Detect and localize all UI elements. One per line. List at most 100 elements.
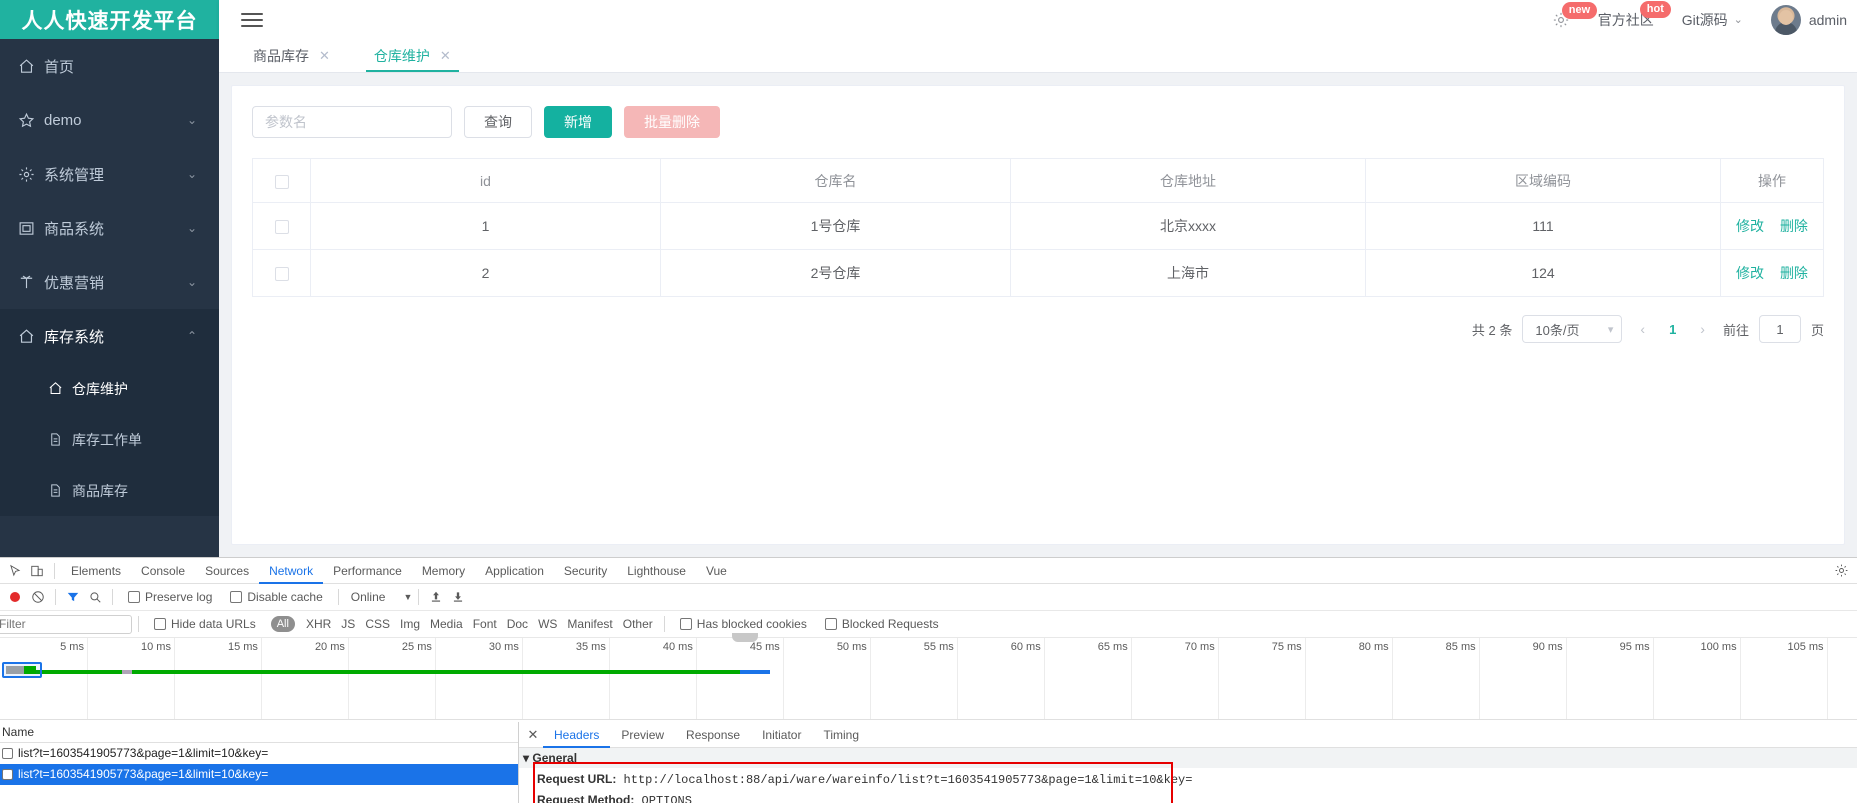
close-icon[interactable]: ✕ xyxy=(319,48,330,64)
filter-type-manifest[interactable]: Manifest xyxy=(562,617,617,631)
sidebar-subitem-warehouse[interactable]: 仓库维护 xyxy=(0,363,219,414)
disable-cache-checkbox[interactable]: Disable cache xyxy=(230,590,323,604)
devtools-tab-network[interactable]: Network xyxy=(259,558,323,584)
network-overview-timeline[interactable]: 5 ms 10 ms 15 ms 20 ms 25 ms 30 ms 35 ms 40 ms 4… xyxy=(0,633,1857,720)
sidebar-item-goods[interactable]: 商品系统 ⌄ xyxy=(0,201,219,255)
settings-entry[interactable]: new xyxy=(1552,1,1598,29)
timeline-tick: 75 ms xyxy=(1272,638,1306,719)
sidebar-item-system[interactable]: 系统管理 ⌄ xyxy=(0,147,219,201)
next-page-button[interactable]: › xyxy=(1692,321,1713,337)
import-har-icon[interactable] xyxy=(425,586,447,608)
jump-page-input[interactable] xyxy=(1758,315,1801,343)
devtools-tab-memory[interactable]: Memory xyxy=(412,558,475,584)
devtools-tab-lighthouse[interactable]: Lighthouse xyxy=(617,558,696,584)
blocked-requests-checkbox[interactable]: Blocked Requests xyxy=(824,617,939,631)
filter-type-doc[interactable]: Doc xyxy=(502,617,533,631)
devtools-tab-sources[interactable]: Sources xyxy=(195,558,259,584)
sidebar-item-promotion[interactable]: 优惠营销 ⌄ xyxy=(0,255,219,309)
device-toolbar-icon[interactable] xyxy=(26,560,48,582)
list-item[interactable]: list?t=1603541905773&page=1&limit=10&key… xyxy=(0,764,518,785)
sidebar-subitem-stock[interactable]: 商品库存 xyxy=(0,465,219,516)
filter-type-xhr[interactable]: XHR xyxy=(301,617,336,631)
has-blocked-cookies-checkbox[interactable]: Has blocked cookies xyxy=(679,617,807,631)
row-checkbox[interactable] xyxy=(274,220,289,235)
sidebar-subitem-workorder[interactable]: 库存工作单 xyxy=(0,414,219,465)
timeline-tick-label: 80 ms xyxy=(1358,641,1389,653)
row-select-cell xyxy=(252,202,311,250)
menu-icon[interactable] xyxy=(241,9,263,31)
divider xyxy=(55,589,56,605)
edit-link[interactable]: 修改 xyxy=(1736,218,1764,234)
devtools-tab-security[interactable]: Security xyxy=(554,558,617,584)
detail-tab-response[interactable]: Response xyxy=(675,722,751,748)
throttling-select[interactable]: Online ▼ xyxy=(351,590,413,604)
column-header-areacode: 区域编码 xyxy=(1365,158,1721,203)
sidebar-item-home[interactable]: 首页 xyxy=(0,39,219,93)
page-number-1[interactable]: 1 xyxy=(1663,322,1682,337)
select-all-checkbox[interactable] xyxy=(274,174,289,189)
devtools-tab-console[interactable]: Console xyxy=(131,558,195,584)
chevron-down-icon: ⌄ xyxy=(186,221,197,235)
filter-type-css[interactable]: CSS xyxy=(360,617,395,631)
clear-icon[interactable] xyxy=(27,586,49,608)
filter-type-other[interactable]: Other xyxy=(618,617,658,631)
batch-delete-button[interactable]: 批量删除 xyxy=(624,106,720,138)
overview-resize-handle[interactable] xyxy=(732,633,758,642)
filter-type-font[interactable]: Font xyxy=(468,617,502,631)
delete-link[interactable]: 删除 xyxy=(1780,265,1808,281)
gear-icon[interactable] xyxy=(1834,563,1849,578)
waterfall-bar-receive xyxy=(740,670,770,674)
detail-tab-timing[interactable]: Timing xyxy=(812,722,870,748)
filter-input[interactable] xyxy=(0,614,132,634)
general-section-header[interactable]: ▾ General xyxy=(519,748,1857,768)
devtools-tab-elements[interactable]: Elements xyxy=(61,558,131,584)
row-checkbox[interactable] xyxy=(274,267,289,282)
chevron-down-icon: ⌄ xyxy=(186,167,197,181)
avatar[interactable] xyxy=(1770,4,1801,35)
filter-type-img[interactable]: Img xyxy=(395,617,425,631)
sidebar-submenu-inventory: 仓库维护 库存工作单 商品库存 xyxy=(0,363,219,516)
inspect-element-icon[interactable] xyxy=(4,560,26,582)
add-button[interactable]: 新增 xyxy=(544,106,612,138)
sidebar-item-demo[interactable]: demo ⌄ xyxy=(0,93,219,147)
edit-link[interactable]: 修改 xyxy=(1736,265,1764,281)
devtools-tab-performance[interactable]: Performance xyxy=(323,558,412,584)
table-row[interactable]: 2 2号仓库 上海市 124 修改 删除 xyxy=(252,249,1824,297)
filter-type-all[interactable]: All xyxy=(270,616,295,632)
filter-type-media[interactable]: Media xyxy=(425,617,468,631)
list-item[interactable]: list?t=1603541905773&page=1&limit=10&key… xyxy=(0,743,518,764)
tab-goods-stock[interactable]: 商品库存 ✕ xyxy=(231,39,352,72)
table-row[interactable]: 1 1号仓库 北京xxxx 111 修改 删除 xyxy=(252,202,1824,250)
prev-page-button[interactable]: ‹ xyxy=(1632,321,1653,337)
git-source-dropdown[interactable]: Git源码 ⌄ xyxy=(1682,10,1743,30)
filter-type-js[interactable]: JS xyxy=(336,617,360,631)
query-button[interactable]: 查询 xyxy=(464,106,532,138)
filter-type-ws[interactable]: WS xyxy=(533,617,562,631)
sidebar-item-inventory[interactable]: 库存系统 ⌃ xyxy=(0,309,219,363)
devtools-tab-application[interactable]: Application xyxy=(475,558,554,584)
status-badge: new xyxy=(1561,1,1598,19)
blocked-requests-label: Blocked Requests xyxy=(841,617,939,631)
tab-warehouse-maintenance[interactable]: 仓库维护 ✕ xyxy=(352,39,473,72)
timeline-ticks: 5 ms 10 ms 15 ms 20 ms 25 ms 30 ms 35 ms 40 ms 4… xyxy=(0,638,1857,719)
search-icon[interactable] xyxy=(84,586,106,608)
record-icon[interactable] xyxy=(10,592,20,602)
timeline-tick: 105 ms xyxy=(1787,638,1828,719)
close-icon[interactable]: ✕ xyxy=(440,48,451,64)
export-har-icon[interactable] xyxy=(447,586,469,608)
detail-tab-headers[interactable]: Headers xyxy=(543,722,610,748)
preserve-log-checkbox[interactable]: Preserve log xyxy=(128,590,212,604)
community-link[interactable]: 官方社区 hot xyxy=(1598,0,1671,30)
filter-icon[interactable] xyxy=(62,586,84,608)
close-icon[interactable]: ✕ xyxy=(523,727,543,743)
chevron-down-icon: ⌄ xyxy=(186,275,197,289)
hide-data-urls-checkbox[interactable]: Hide data URLs xyxy=(154,617,256,631)
delete-link[interactable]: 删除 xyxy=(1780,218,1808,234)
devtools-tab-vue[interactable]: Vue xyxy=(696,558,737,584)
page-size-select[interactable]: 10条/页 ▾ xyxy=(1522,315,1623,343)
cell-areacode: 111 xyxy=(1365,202,1721,250)
overview-bar-green xyxy=(24,666,36,674)
detail-tab-preview[interactable]: Preview xyxy=(610,722,675,748)
detail-tab-initiator[interactable]: Initiator xyxy=(751,722,812,748)
search-input[interactable] xyxy=(252,106,452,138)
